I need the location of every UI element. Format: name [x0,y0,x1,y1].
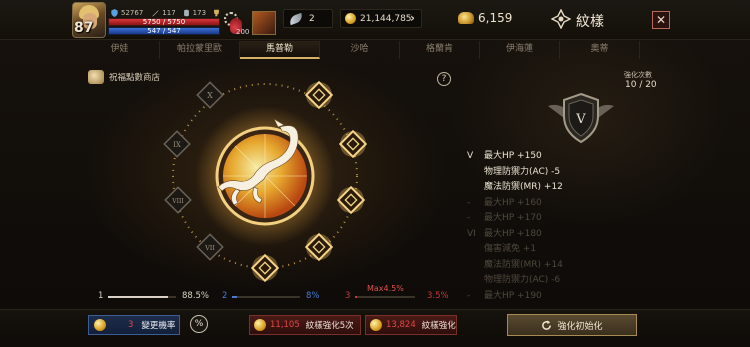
armor-icon [183,9,189,17]
percent-icon[interactable]: % [190,315,208,333]
gold-pile-icon [458,12,474,24]
enhance-cost: 13,824 [386,320,416,330]
slot-numeral: VII [204,244,215,252]
coin-icon [94,319,106,331]
stat-line: 傷害減免 +1 [484,244,537,254]
tab-maple[interactable]: 馬普勒 [240,41,320,59]
slot-numeral: IX [173,141,181,149]
tab-grankain[interactable]: 格蘭肯 [400,41,480,59]
stat-line: 物理防禦力(AC) -6 [484,275,561,285]
hp-bar: 5750 / 5750 [108,18,220,26]
feather-icon [288,12,304,25]
prob-index: 3 [345,291,351,301]
enhance-count-value: 10 / 20 [625,80,657,90]
chevron-right-icon[interactable]: › [410,11,415,25]
help-icon[interactable]: ? [437,72,451,86]
stat-line: - 最大HP +160 [467,197,542,208]
pattern-slot-5[interactable] [250,253,280,283]
slot-numeral: VIII [171,198,184,205]
stat-group: 52767 117 173 [110,9,221,17]
enhance-button[interactable]: 13,824 紋樣強化 [365,315,457,335]
prob-value: 8% [306,291,320,301]
silver-coin-icon [345,13,356,24]
prob-fill-2 [232,296,237,298]
mp-bar: 547 / 547 [108,27,220,35]
prob-fill-1 [108,296,168,298]
reset-enhance-button[interactable]: 強化初始化 [507,314,637,336]
prob-fill-3 [355,296,357,298]
enhance-count-label: 強化次數 [624,71,652,79]
probability-3: 3 3.5% [345,288,455,304]
pattern-slot-3[interactable] [336,185,366,215]
stat-value-2: 117 [162,9,176,17]
tab-bar: 伊娃 帕拉蒙里歐 馬普勒 沙哈 格蘭肯 伊海蓮 奧蒂 [80,41,720,59]
probability-1: 1 88.5% [98,288,218,304]
trophy-icon [214,9,219,17]
pattern-icon [551,9,571,29]
locked-slot-x[interactable]: X [196,81,224,109]
close-button[interactable]: ✕ [652,11,670,29]
svg-text:VI: VI [188,75,204,81]
stat-value-3: 173 [192,9,207,17]
locked-slot-viii[interactable]: VIII [164,186,192,214]
stat-line: - 最大HP +170 [467,213,542,223]
stat-line: 魔法防禦(MR) +14 [484,259,563,270]
locked-slot-ix[interactable]: IX [163,130,191,158]
feather-count: 2 [309,13,315,24]
gold-count: 6,159 [478,11,513,25]
top-bar: 87 52767 117 173 5750 / 5750 547 / 547 2… [0,0,750,40]
tab-eva[interactable]: 伊娃 [80,41,160,59]
stat-line: 物理防禦力(AC) -5 [484,166,561,177]
page-title: 紋樣 [576,14,604,30]
tab-paramonleo[interactable]: 帕拉蒙里歐 [160,41,240,59]
stat-line: 魔法防禦(MR) +12 [484,182,563,192]
crest-numeral: V [575,112,586,127]
change-rate-label: 變更機率 [141,321,176,331]
pattern-wheel: X IX VIII VII VI [163,75,368,283]
pattern-slot-2[interactable] [338,129,368,159]
pattern-slot-4[interactable] [304,232,334,262]
change-rate-count: 3 [128,320,134,330]
stat-line: V 最大HP +150 [467,151,542,161]
rank-crest-icon: V [548,92,614,144]
prob-value: 88.5% [182,291,210,301]
gold-currency: 6,159 [458,11,512,25]
refresh-icon [542,319,552,330]
shield-icon [111,9,118,17]
enhance-5x-cost: 11,105 [270,320,300,330]
tab-shaha[interactable]: 沙哈 [320,41,400,59]
slot-numeral: X [207,91,213,100]
enhance-5x-label: 紋樣強化5次 [305,321,354,331]
prob-index: 2 [222,291,228,301]
stat-value-1: 52767 [121,9,144,17]
silver-count: 21,144,785 [360,13,412,24]
stat-line: - 最大HP +190 [467,290,542,301]
change-rate-button[interactable]: 3 變更機率 [88,315,180,335]
coin-icon [370,319,382,331]
prob-index: 1 [98,291,104,301]
stat-list: V 最大HP +150 物理防禦力(AC) -5 魔法防禦(MR) +12 - 最大… [467,149,617,309]
feather-currency: 2 [283,9,333,28]
enhance-label: 紋樣強化 [421,321,456,331]
stat-line: VI 最大HP +180 [467,228,542,239]
coin-icon [254,319,266,331]
tab-gran[interactable]: 奧蒂 [560,41,640,59]
enhance-5x-button[interactable]: 11,105 紋樣強化5次 [249,315,361,335]
probability-2: 2 8% [222,288,322,304]
skill-icon[interactable] [252,11,276,35]
reset-enhance-label: 強化初始化 [557,321,603,332]
sword-icon [152,9,159,17]
shop-icon [88,70,104,84]
player-level: 87 [74,20,94,36]
potion-count: 200 [236,28,250,36]
pattern-slot-1[interactable] [304,80,334,110]
prob-value: 3.5% [427,291,449,301]
tab-einhasad[interactable]: 伊海蓮 [480,41,560,59]
